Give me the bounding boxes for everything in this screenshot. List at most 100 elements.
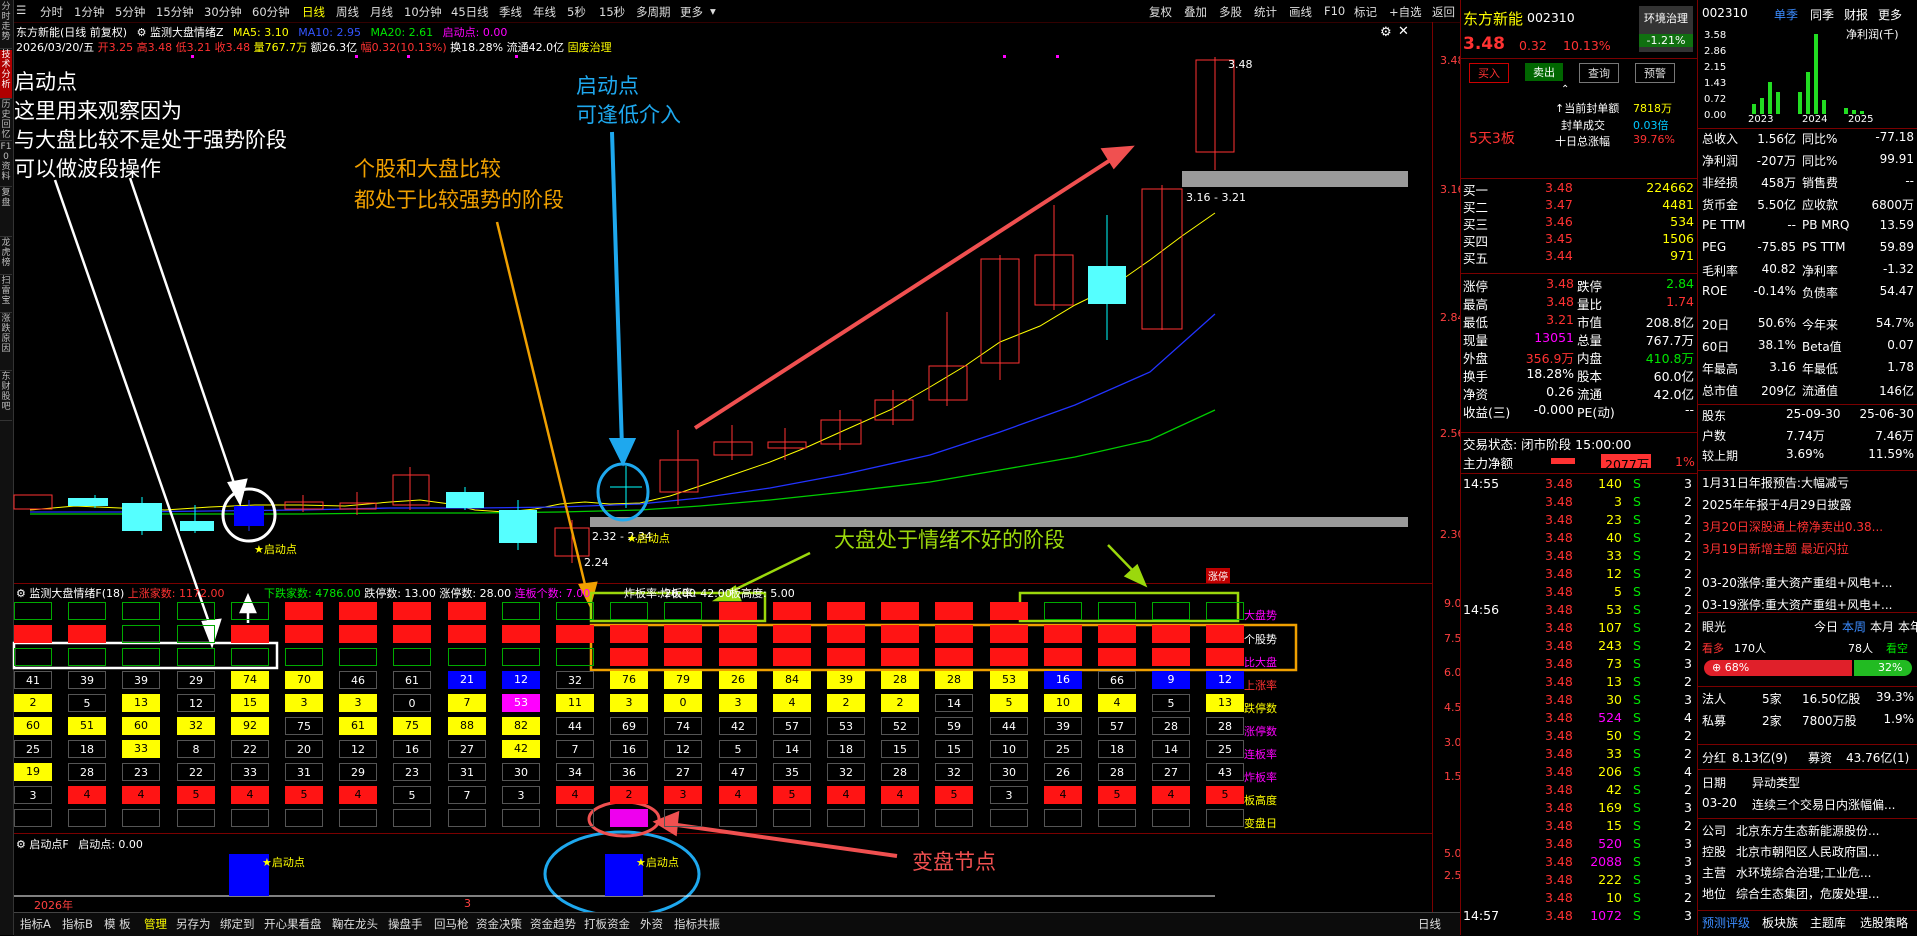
stat-label: 收益(三) (1463, 405, 1511, 420)
fund-label: PE TTM (1702, 218, 1746, 232)
fund-label: 年最高 (1702, 362, 1739, 376)
tick-price: 3.48 (1545, 512, 1573, 527)
btab-saveas[interactable]: 另存为 (176, 916, 211, 932)
fund-value: 3.16 (1769, 360, 1796, 374)
btab-forecast[interactable]: 预测评级 (1702, 914, 1750, 931)
btab-zjjc[interactable]: 资金决策 (476, 916, 522, 932)
stat-label: 现量 (1463, 333, 1489, 348)
fund-y-tick: 0.72 (1704, 94, 1726, 105)
stat-label: 内盘 (1577, 351, 1603, 366)
fund-label: 应收款 (1802, 198, 1839, 212)
tick-count: 2 (1684, 782, 1692, 797)
btab-caopan[interactable]: 操盘手 (388, 916, 423, 932)
fund-x-tick: 2024 (1802, 114, 1828, 125)
btab-a[interactable]: 指标A (20, 916, 51, 932)
fund-value: 6800万 (1871, 198, 1914, 212)
sub2-mark-1: ★启动点 (262, 856, 305, 869)
tick-side: S (1633, 710, 1641, 725)
tick-volume: 3 (1614, 494, 1622, 509)
seal-deal-label: 封单成交 (1561, 119, 1605, 132)
btab-zjqs[interactable]: 资金趋势 (530, 916, 576, 932)
news-item[interactable]: 3月19日新增主题 最近闪拉 (1702, 540, 1849, 557)
tick-volume: 42 (1606, 782, 1622, 797)
btab-waizi[interactable]: 外资 (640, 916, 663, 932)
sell-button[interactable]: 卖出 (1525, 63, 1563, 81)
tick-volume: 206 (1598, 764, 1622, 779)
btab-manage[interactable]: 管理 (144, 916, 167, 932)
btab-template[interactable]: 模 板 (104, 916, 131, 932)
news-item[interactable]: 3月20日深股通上榜净卖出0.38... (1702, 518, 1883, 535)
tick-volume: 520 (1598, 836, 1622, 851)
tab-caibao[interactable]: 财报 (1844, 6, 1868, 23)
stat-label: 换手 (1463, 369, 1489, 384)
holder-value: 25-06-30 (1859, 407, 1914, 421)
tick-count: 2 (1684, 512, 1692, 527)
btab-longtou[interactable]: 鞠在龙头 (332, 916, 378, 932)
news-item[interactable]: 2025年年报于4月29日披露 (1702, 496, 1851, 513)
tick-price: 3.48 (1545, 818, 1573, 833)
tick-side: S (1633, 548, 1641, 563)
query-button[interactable]: 查询 (1579, 63, 1619, 83)
tick-side: S (1633, 818, 1641, 833)
tick-count: 3 (1684, 656, 1692, 671)
tick-side: S (1633, 674, 1641, 689)
tick-side: S (1633, 728, 1641, 743)
tick-side: S (1633, 530, 1641, 545)
eyes-tab[interactable]: 本周 (1842, 618, 1866, 635)
indicator-tabs: 指标A 指标B 模 板 管理 另存为 绑定到 开心果看盘 鞠在龙头 操盘手 回马… (14, 912, 1460, 936)
btab-huimaqiang[interactable]: 回马枪 (434, 916, 469, 932)
btab-gongzhen[interactable]: 指标共振 (674, 916, 720, 932)
eyes-label: 眼光 (1702, 620, 1727, 634)
news-item[interactable]: 1月31日年报预告:大幅减亏 (1702, 474, 1849, 491)
btab-dbzj[interactable]: 打板资金 (584, 916, 630, 932)
anomaly-type[interactable]: 连续三个交易日内涨幅偏... (1752, 796, 1895, 813)
fund-label: 销售费 (1802, 176, 1839, 190)
btab-daily[interactable]: 日线 (1418, 916, 1441, 932)
company-value[interactable]: 北京东方生态新能源股份... (1736, 822, 1879, 839)
tick-side: S (1633, 584, 1641, 599)
sector-box[interactable]: 环境治理 -1.21% (1639, 6, 1693, 52)
eyes-tab[interactable]: 本年 (1898, 618, 1917, 635)
fund-value: 146亿 (1879, 384, 1914, 398)
fund-code: 002310 (1702, 6, 1748, 20)
btab-theme[interactable]: 主题库 (1810, 914, 1846, 931)
buy-button[interactable]: 买入 (1469, 63, 1509, 83)
company-value[interactable]: 水环境综合治理;工业危... (1736, 864, 1872, 881)
tick-price: 3.48 (1545, 674, 1573, 689)
fund-label: 年最低 (1802, 362, 1839, 376)
tab-tongji[interactable]: 同季 (1810, 6, 1834, 23)
alert-button[interactable]: 预警 (1635, 63, 1675, 83)
inst-label: 法人 (1702, 692, 1727, 706)
fund-label: 毛利率 (1702, 264, 1739, 278)
tick-side: S (1633, 656, 1641, 671)
eyes-tab[interactable]: 本月 (1870, 618, 1894, 635)
tab-more[interactable]: 更多 (1878, 6, 1902, 23)
btab-happy[interactable]: 开心果看盘 (264, 916, 322, 932)
holder-value: 3.69% (1786, 447, 1825, 461)
eyes-tab[interactable]: 今日 (1814, 618, 1838, 635)
chevron-up-icon[interactable]: ⌃ (1561, 84, 1569, 95)
company-value[interactable]: 北京市朝阳区人民政府国... (1736, 843, 1879, 860)
company-label: 主营 (1702, 866, 1727, 880)
fund-value: 54.47 (1879, 284, 1914, 298)
btab-strategy[interactable]: 选股策略 (1860, 914, 1908, 931)
btab-sector[interactable]: 板块族 (1762, 914, 1798, 931)
stat-value: 3.21 (1546, 312, 1574, 327)
tick-volume: 73 (1606, 656, 1622, 671)
seal-deal-value: 0.03倍 (1633, 119, 1669, 132)
tick-price: 3.48 (1545, 800, 1573, 815)
trade-status: 交易状态: 闭市阶段 15:00:00 (1463, 437, 1632, 452)
tick-side: S (1633, 602, 1641, 617)
tab-danji[interactable]: 单季 (1774, 6, 1798, 23)
company-value[interactable]: 综合生态集团，危废处理... (1736, 885, 1879, 902)
news-item[interactable]: 03-20涨停:重大资产重组+风电+... (1702, 574, 1892, 591)
tick-count: 2 (1684, 548, 1692, 563)
tick-count: 4 (1684, 764, 1692, 779)
btab-bind[interactable]: 绑定到 (220, 916, 255, 932)
fund-value: -207万 (1756, 154, 1796, 168)
fund-y-tick: 3.58 (1704, 30, 1726, 41)
tick-count: 2 (1684, 674, 1692, 689)
news-item[interactable]: 03-19涨停:重大资产重组+风电+... (1702, 596, 1892, 613)
btab-b[interactable]: 指标B (62, 916, 93, 932)
tick-volume: 243 (1598, 638, 1622, 653)
